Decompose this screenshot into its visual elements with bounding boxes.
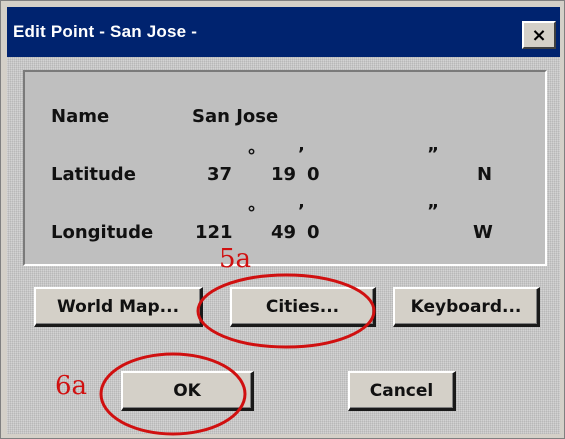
name-label: Name	[51, 106, 110, 127]
keyboard-button[interactable]: Keyboard...	[393, 287, 540, 327]
longitude-degrees: 121	[195, 222, 233, 243]
latitude-hemisphere: N	[477, 164, 493, 185]
longitude-seconds: 0	[307, 222, 320, 243]
cities-button[interactable]: Cities...	[230, 287, 376, 327]
name-value: San Jose	[192, 106, 279, 127]
longitude-label: Longitude	[51, 222, 154, 243]
second-mark: ”	[427, 144, 439, 165]
degree-mark: °	[247, 203, 256, 224]
cancel-button[interactable]: Cancel	[348, 371, 456, 411]
dialog-body: Name San Jose Latitude 37 ° 19 ’ 0 ” N L…	[7, 57, 560, 434]
second-mark: ”	[427, 201, 439, 222]
degree-mark: °	[247, 146, 256, 167]
world-map-button[interactable]: World Map...	[34, 287, 203, 327]
close-button[interactable]: ×	[522, 21, 556, 49]
latitude-label: Latitude	[51, 164, 136, 185]
annotation-label-5a: 5a	[219, 244, 252, 274]
window-title: Edit Point - San Jose -	[13, 22, 198, 41]
latitude-minutes: 19	[271, 164, 297, 185]
latitude-degrees: 37	[207, 164, 233, 185]
close-icon: ×	[531, 24, 547, 46]
longitude-hemisphere: W	[473, 222, 493, 243]
point-info-panel: Name San Jose Latitude 37 ° 19 ’ 0 ” N L…	[23, 70, 547, 266]
latitude-seconds: 0	[307, 164, 320, 185]
annotation-label-6a: 6a	[55, 371, 88, 401]
minute-mark: ’	[298, 201, 305, 222]
title-bar[interactable]: Edit Point - San Jose - ×	[7, 7, 560, 57]
ok-button[interactable]: OK	[121, 371, 254, 411]
minute-mark: ’	[298, 144, 305, 165]
longitude-minutes: 49	[271, 222, 297, 243]
